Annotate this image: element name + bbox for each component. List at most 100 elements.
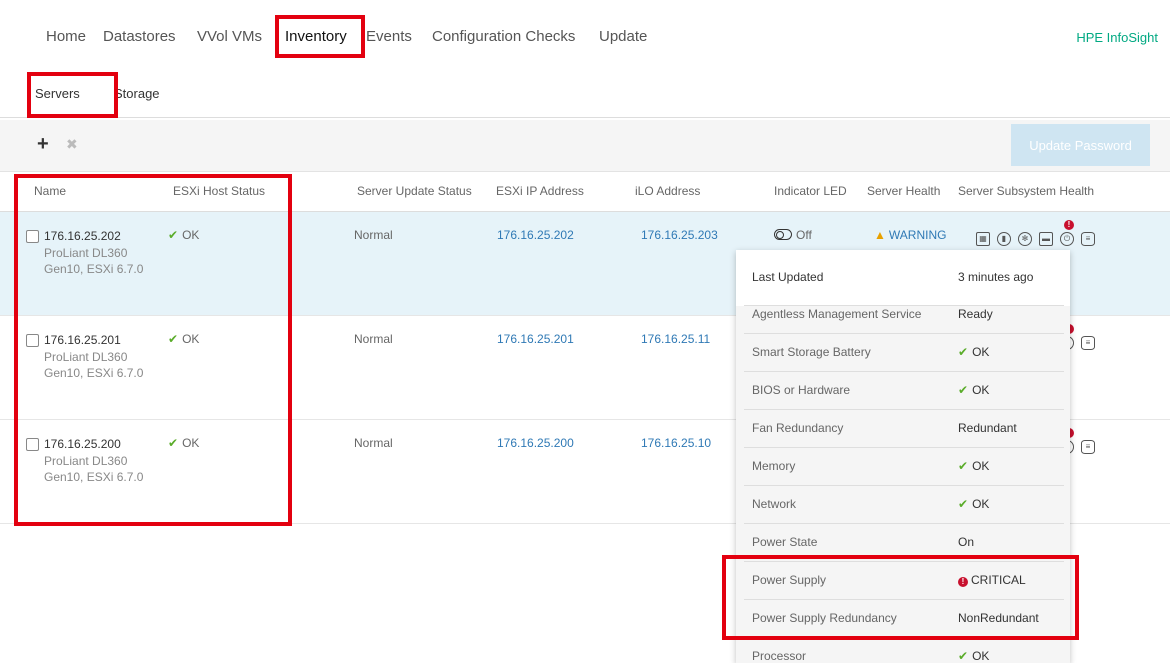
- popover-value: ✔ OK: [958, 459, 990, 473]
- server-model: ProLiant DL360 Gen10, ESXi 6.7.0: [44, 350, 144, 380]
- esxi-host-status: ✔ OK: [168, 332, 200, 346]
- server-name[interactable]: 176.16.25.202: [44, 228, 144, 244]
- col-indicator-led[interactable]: Indicator LED: [774, 184, 847, 198]
- nav-home[interactable]: Home: [46, 28, 86, 45]
- popover-value: ✔ OK: [958, 649, 990, 663]
- col-ilo-address[interactable]: iLO Address: [635, 184, 700, 198]
- popover-label: Processor: [752, 649, 807, 663]
- check-icon: ✔: [168, 332, 179, 346]
- sub-nav: Servers Storage: [0, 70, 1170, 118]
- popover-row: Memory ✔ OK: [736, 448, 1070, 486]
- power-supply-icon[interactable]: ⏻: [1060, 232, 1074, 246]
- esxi-ip-link[interactable]: 176.16.25.200: [497, 436, 574, 450]
- plus-icon[interactable]: +: [37, 134, 49, 154]
- row-checkbox[interactable]: [26, 334, 39, 347]
- update-password-button[interactable]: Update Password: [1011, 124, 1150, 166]
- popover-label: Smart Storage Battery: [752, 345, 871, 359]
- ilo-address-link[interactable]: 176.16.25.10: [641, 436, 711, 450]
- popover-label: Last Updated: [752, 270, 824, 284]
- nav-inventory[interactable]: Inventory: [285, 28, 347, 45]
- popover-value: 3 minutes ago: [958, 270, 1034, 284]
- popover-label: Power Supply Redundancy: [752, 611, 897, 625]
- popover-value: ! CRITICAL: [958, 573, 1026, 587]
- critical-icon: !: [1064, 220, 1074, 230]
- popover-row: BIOS or Hardware ✔ OK: [736, 372, 1070, 410]
- server-model: ProLiant DL360 Gen10, ESXi 6.7.0: [44, 454, 144, 484]
- popover-label: Fan Redundancy: [752, 421, 844, 435]
- server-update-status: Normal: [354, 228, 393, 242]
- row-checkbox[interactable]: [26, 230, 39, 243]
- fan-icon[interactable]: ✻: [1018, 232, 1032, 246]
- esxi-host-status: ✔ OK: [168, 436, 200, 450]
- check-icon: ✔: [958, 497, 969, 511]
- popover-label: Power State: [752, 535, 818, 549]
- toggle-icon: [774, 229, 792, 240]
- check-icon: ✔: [958, 383, 969, 397]
- popover-value: Redundant: [958, 421, 1017, 435]
- check-icon: ✔: [958, 345, 969, 359]
- hpe-infosight-link[interactable]: HPE InfoSight: [1076, 30, 1158, 45]
- nav-events[interactable]: Events: [366, 28, 412, 45]
- server-name[interactable]: 176.16.25.201: [44, 332, 144, 348]
- esxi-ip-link[interactable]: 176.16.25.201: [497, 332, 574, 346]
- thermometer-icon[interactable]: ▮: [997, 232, 1011, 246]
- popover-value: ✔ OK: [958, 383, 990, 397]
- popover-row: Smart Storage Battery ✔ OK: [736, 334, 1070, 372]
- warning-icon: ▲: [874, 228, 886, 242]
- ilo-address-link[interactable]: 176.16.25.11: [641, 332, 710, 346]
- indicator-led-toggle[interactable]: Off: [774, 228, 812, 242]
- row-checkbox[interactable]: [26, 438, 39, 451]
- server-update-status: Normal: [354, 332, 393, 346]
- popover-value: NonRedundant: [958, 611, 1039, 625]
- network-card-icon[interactable]: ▬: [1039, 232, 1053, 246]
- chip-icon[interactable]: ▦: [976, 232, 990, 246]
- popover-value: ✔ OK: [958, 345, 990, 359]
- nav-vvol-vms[interactable]: VVol VMs: [197, 28, 262, 45]
- check-icon: ✔: [168, 228, 179, 242]
- esxi-host-status: ✔ OK: [168, 228, 200, 242]
- server-update-status: Normal: [354, 436, 393, 450]
- ilo-address-link[interactable]: 176.16.25.203: [641, 228, 718, 242]
- tab-storage[interactable]: Storage: [114, 86, 160, 101]
- col-server-health[interactable]: Server Health: [867, 184, 940, 198]
- popover-row: Agentless Management Service Ready: [736, 296, 1070, 334]
- esxi-ip-link[interactable]: 176.16.25.202: [497, 228, 574, 242]
- server-name[interactable]: 176.16.25.200: [44, 436, 144, 452]
- top-nav: Home Datastores VVol VMs Inventory Event…: [0, 0, 1170, 70]
- nav-datastores[interactable]: Datastores: [103, 28, 176, 45]
- tab-servers[interactable]: Servers: [35, 86, 80, 101]
- popover-row-power-supply-redundancy: Power Supply Redundancy NonRedundant: [736, 600, 1070, 638]
- active-tab-indicator: [35, 115, 93, 118]
- critical-icon: !: [958, 577, 968, 587]
- popover-value: On: [958, 535, 975, 549]
- check-icon: ✔: [958, 649, 969, 663]
- nav-update[interactable]: Update: [599, 28, 647, 45]
- storage-icon[interactable]: ≡: [1081, 336, 1095, 350]
- popover-value: Ready: [958, 307, 993, 321]
- server-health[interactable]: ▲ WARNING: [874, 228, 946, 242]
- col-esxi-ip-address[interactable]: ESXi IP Address: [496, 184, 584, 198]
- popover-label: Memory: [752, 459, 796, 473]
- col-server-update-status[interactable]: Server Update Status: [357, 184, 472, 198]
- col-name[interactable]: Name: [34, 184, 66, 198]
- popover-row: Fan Redundancy Redundant: [736, 410, 1070, 448]
- popover-row-power-supply: Power Supply ! CRITICAL: [736, 562, 1070, 600]
- nav-configuration-checks[interactable]: Configuration Checks: [432, 28, 575, 45]
- popover-value: ✔ OK: [958, 497, 990, 511]
- popover-label: Agentless Management Service: [752, 307, 922, 321]
- col-server-subsystem-health[interactable]: Server Subsystem Health: [958, 184, 1094, 198]
- popover-label: BIOS or Hardware: [752, 383, 851, 397]
- toolbar: + ✖ Update Password: [0, 120, 1170, 172]
- check-icon: ✔: [168, 436, 179, 450]
- popover-label: Network: [752, 497, 797, 511]
- col-esxi-host-status[interactable]: ESXi Host Status: [173, 184, 265, 198]
- subsystem-health-popover: Last Updated 3 minutes ago Agentless Man…: [736, 250, 1070, 663]
- popover-row: Power State On: [736, 524, 1070, 562]
- popover-label: Power Supply: [752, 573, 827, 587]
- popover-row: Network ✔ OK: [736, 486, 1070, 524]
- storage-icon[interactable]: ≡: [1081, 440, 1095, 454]
- check-icon: ✔: [958, 459, 969, 473]
- storage-icon[interactable]: ≡: [1081, 232, 1095, 246]
- table-header: Name ESXi Host Status Server Update Stat…: [0, 172, 1170, 212]
- close-icon[interactable]: ✖: [66, 137, 78, 151]
